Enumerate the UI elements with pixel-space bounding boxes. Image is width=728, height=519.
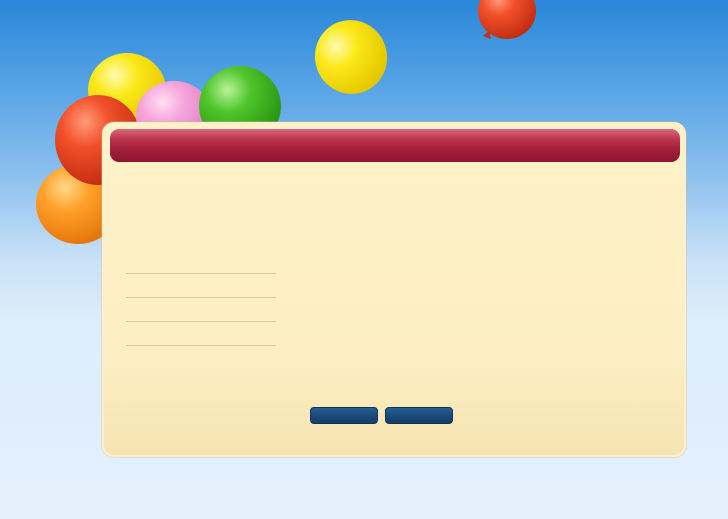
- form-field-1: [126, 250, 276, 274]
- secondary-button[interactable]: [385, 407, 453, 424]
- form-field-3: [126, 298, 276, 322]
- red-balloon-icon: [478, 0, 536, 39]
- form-field-4: [126, 322, 276, 346]
- primary-button[interactable]: [310, 407, 378, 424]
- text-field-4[interactable]: [126, 323, 276, 346]
- text-field-2[interactable]: [126, 275, 276, 298]
- text-field-1[interactable]: [126, 251, 276, 274]
- dialog-window: [102, 122, 686, 457]
- yellow-balloon-icon: [314, 20, 388, 94]
- dialog-title-bar: [110, 129, 680, 162]
- text-field-3[interactable]: [126, 299, 276, 322]
- form-field-2: [126, 274, 276, 298]
